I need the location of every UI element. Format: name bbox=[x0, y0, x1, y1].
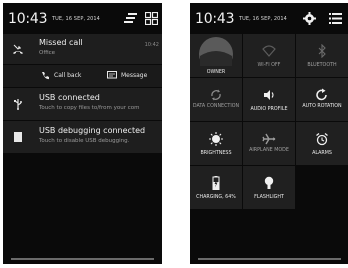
drag-handle[interactable] bbox=[11, 258, 154, 260]
tile-brightness[interactable]: BRIGHTNESS bbox=[190, 122, 242, 165]
tile-wifi[interactable]: WI-FI OFF bbox=[243, 34, 295, 77]
notification-usb-debugging[interactable]: USB debugging connected Touch to disable… bbox=[3, 121, 162, 153]
bluetooth-icon bbox=[318, 44, 326, 58]
flashlight-icon bbox=[264, 176, 274, 189]
status-bar: 10:43 TUE, 16 SEP, 2014 bbox=[3, 3, 162, 34]
notification-subtitle: Touch to copy files to/from your com bbox=[39, 105, 140, 111]
tile-label: ALARMS bbox=[312, 151, 332, 156]
tile-audio-profile[interactable]: AUDIO PROFILE bbox=[243, 78, 295, 121]
tile-battery[interactable]: CHARGING, 64% bbox=[190, 166, 242, 209]
drag-handle[interactable] bbox=[198, 258, 341, 260]
airplane-icon bbox=[262, 133, 276, 145]
tile-label: BRIGHTNESS bbox=[200, 151, 232, 156]
avatar bbox=[199, 37, 233, 66]
message-button[interactable]: Message bbox=[121, 72, 147, 80]
clear-all-icon[interactable] bbox=[123, 12, 137, 25]
notification-subtitle: Office bbox=[39, 50, 56, 56]
speaker-icon bbox=[264, 90, 274, 100]
usb-icon bbox=[14, 99, 22, 110]
tile-label: AUDIO PROFILE bbox=[250, 107, 288, 112]
date: TUE, 16 SEP, 2014 bbox=[239, 16, 287, 22]
tile-data-connection[interactable]: DATA CONNECTION bbox=[190, 78, 242, 121]
clock: 10:43 bbox=[8, 11, 48, 27]
tile-owner[interactable]: OWNER bbox=[190, 34, 242, 77]
missed-call-icon bbox=[13, 44, 23, 54]
tile-label: DATA CONNECTION bbox=[192, 104, 240, 109]
tile-label: FLASHLIGHT bbox=[254, 195, 284, 200]
notification-time: 10:42 bbox=[144, 42, 159, 48]
notification-subtitle: Touch to disable USB debugging. bbox=[39, 138, 130, 144]
brightness-icon bbox=[209, 132, 223, 146]
status-bar: 10:43 TUE, 16 SEP, 2014 bbox=[190, 3, 348, 34]
tile-label: WI-FI OFF bbox=[257, 63, 281, 68]
tile-flashlight[interactable]: FLASHLIGHT bbox=[243, 166, 295, 209]
call-back-button[interactable]: Call back bbox=[54, 72, 81, 80]
battery-charging-icon bbox=[212, 176, 220, 190]
tile-alarms[interactable]: ALARMS bbox=[296, 122, 348, 165]
notification-title: Missed call bbox=[39, 38, 83, 47]
phone-icon bbox=[42, 72, 49, 80]
notification-usb-connected[interactable]: USB connected Touch to copy files to/fro… bbox=[3, 88, 162, 120]
tile-label: AUTO ROTATION bbox=[302, 104, 342, 109]
tile-label: BLUETOOTH bbox=[307, 63, 337, 68]
tile-auto-rotation[interactable]: AUTO ROTATION bbox=[296, 78, 348, 121]
tile-airplane-mode[interactable]: AIRPLANE MODE bbox=[243, 122, 295, 165]
clock: 10:43 bbox=[195, 11, 235, 27]
quick-settings-panel: 10:43 TUE, 16 SEP, 2014 OWNER WI-FI OFF bbox=[190, 3, 348, 264]
notifications-list-icon[interactable] bbox=[329, 12, 342, 25]
usb-debugging-icon bbox=[14, 132, 22, 142]
message-icon bbox=[107, 71, 117, 79]
notification-title: USB debugging connected bbox=[39, 126, 146, 135]
wifi-off-icon bbox=[262, 45, 276, 57]
tile-label: OWNER bbox=[206, 70, 226, 75]
tile-bluetooth[interactable]: BLUETOOTH bbox=[296, 34, 348, 77]
notification-title: USB connected bbox=[39, 93, 100, 102]
tile-label: AIRPLANE MODE bbox=[249, 148, 289, 153]
auto-rotation-icon bbox=[316, 88, 327, 101]
notification-shade: 10:43 TUE, 16 SEP, 2014 Missed call Offi… bbox=[3, 3, 162, 264]
gear-icon[interactable] bbox=[303, 12, 316, 25]
date: TUE, 16 SEP, 2014 bbox=[52, 16, 100, 22]
quick-settings-toggle-icon[interactable] bbox=[145, 12, 158, 25]
notification-missed-call[interactable]: Missed call Office 10:42 bbox=[3, 34, 162, 64]
alarm-clock-icon bbox=[316, 132, 328, 146]
tile-label: CHARGING, 64% bbox=[196, 195, 236, 200]
notification-actions: Call back Message bbox=[3, 65, 162, 87]
data-connection-icon bbox=[211, 89, 221, 101]
